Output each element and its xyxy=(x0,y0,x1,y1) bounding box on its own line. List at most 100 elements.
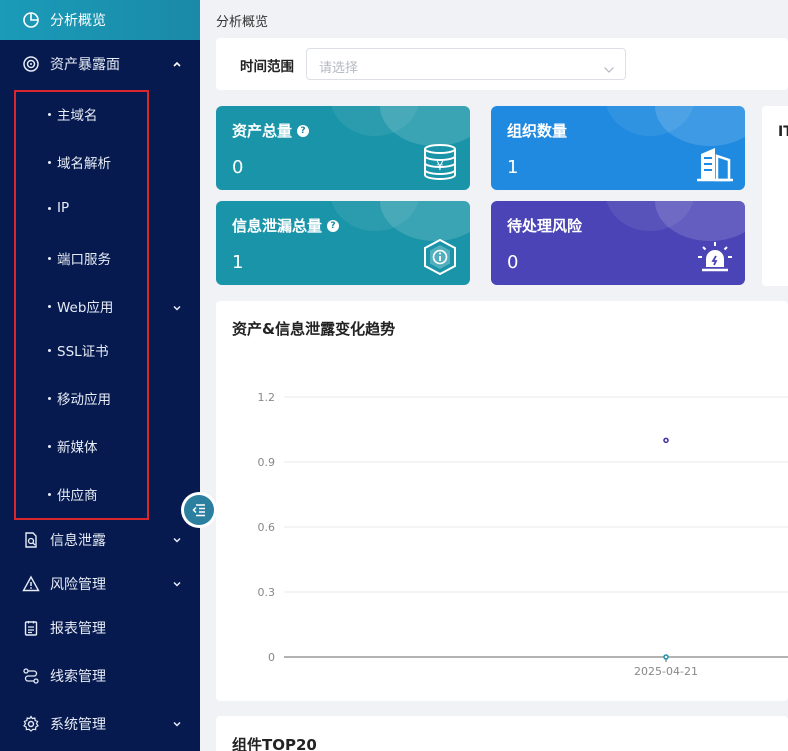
building-icon xyxy=(695,142,735,182)
decor-bubble xyxy=(655,201,745,241)
sidebar-item-label: 信息泄露 xyxy=(50,533,106,549)
card-value: 0 xyxy=(507,252,519,273)
menu-fold-icon xyxy=(184,495,214,525)
y-tick-label: 0.3 xyxy=(258,586,276,599)
collapse-sidebar-button[interactable] xyxy=(181,492,217,528)
document-search-icon xyxy=(22,531,40,549)
sidebar-item-system[interactable]: 系统管理 xyxy=(0,700,200,748)
subitem-label: SSL证书 xyxy=(57,344,109,360)
time-range-label: 时间范围 xyxy=(240,59,294,75)
sidebar-subitem-web-app[interactable]: Web应用 xyxy=(48,296,113,316)
panel-title: 组件TOP20 xyxy=(232,736,317,751)
route-icon xyxy=(22,667,40,685)
chevron-down-icon[interactable] xyxy=(172,579,182,589)
subitem-label: 端口服务 xyxy=(57,252,111,268)
card-title: IT xyxy=(778,124,788,140)
bullet-icon xyxy=(48,206,51,210)
sidebar-item-report[interactable]: 报表管理 xyxy=(0,604,200,652)
sidebar-subitem-port-service[interactable]: 端口服务 xyxy=(48,248,111,268)
y-tick-label: 0.9 xyxy=(258,456,276,469)
card-value: 1 xyxy=(232,252,244,273)
subitem-label: 新媒体 xyxy=(57,440,98,456)
pie-chart-icon xyxy=(22,11,40,29)
gear-icon xyxy=(22,715,40,733)
sidebar-item-clues[interactable]: 线索管理 xyxy=(0,652,200,700)
chevron-down-icon[interactable] xyxy=(172,719,182,729)
target-icon xyxy=(22,55,40,73)
select-placeholder: 请选择 xyxy=(319,61,359,76)
card-title: 信息泄漏总量 xyxy=(232,217,323,235)
sidebar-item-overview[interactable]: 分析概览 xyxy=(0,0,200,40)
y-tick-label: 0.6 xyxy=(258,521,276,534)
sidebar-item-risk[interactable]: 风险管理 xyxy=(0,560,200,608)
bullet-icon xyxy=(48,444,51,448)
decor-bubble xyxy=(380,106,470,146)
subitem-label: Web应用 xyxy=(57,300,114,316)
trend-chart: 0 0.3 0.6 0.9 1.2 2025-04-21 xyxy=(258,391,788,678)
sidebar-subitem-dns[interactable]: 域名解析 xyxy=(48,152,111,172)
bullet-icon xyxy=(48,304,51,308)
y-tick-label: 1.2 xyxy=(258,391,276,404)
decor-bubble xyxy=(655,106,745,146)
bullet-icon xyxy=(48,396,51,400)
bullet-icon xyxy=(48,492,51,496)
subitem-label: 域名解析 xyxy=(57,156,111,172)
chevron-down-icon[interactable] xyxy=(172,298,182,311)
help-icon[interactable]: ? xyxy=(327,219,340,232)
sidebar-subitem-main-domain[interactable]: 主域名 xyxy=(48,104,98,124)
chevron-down-icon xyxy=(603,60,615,73)
x-tick-label: 2025-04-21 xyxy=(634,665,698,678)
sidebar-subitem-new-media[interactable]: 新媒体 xyxy=(48,436,98,456)
y-tick-label: 0 xyxy=(268,651,275,664)
series-0-point[interactable] xyxy=(663,437,669,444)
shield-info-icon xyxy=(420,237,460,277)
time-range-select[interactable]: 请选择 xyxy=(306,48,626,80)
sidebar-item-label: 报表管理 xyxy=(50,621,106,637)
card-value: 1 xyxy=(507,157,519,178)
subitem-label: 移动应用 xyxy=(57,392,111,408)
bullet-icon xyxy=(48,348,51,352)
bullet-icon xyxy=(48,112,51,116)
filter-bar: 时间范围 请选择 xyxy=(216,38,788,90)
coins-icon: ¥ xyxy=(420,142,460,182)
help-icon[interactable]: ? xyxy=(297,124,310,137)
sidebar-subitem-ip[interactable]: IP xyxy=(48,200,69,216)
bullet-icon xyxy=(48,256,51,260)
bullet-icon xyxy=(48,160,51,164)
subitem-label: IP xyxy=(57,200,70,216)
subitem-label: 供应商 xyxy=(57,488,98,504)
warning-icon xyxy=(22,575,40,593)
subitem-label: 主域名 xyxy=(57,108,98,124)
sidebar-item-label: 线索管理 xyxy=(50,669,106,685)
trend-chart-panel: 资产&信息泄露变化趋势 0 0.3 0.6 0.9 1.2 2025-04-21 xyxy=(216,301,788,701)
series-1-point[interactable] xyxy=(663,654,669,660)
chevron-up-icon[interactable] xyxy=(172,59,182,69)
sidebar-item-label: 分析概览 xyxy=(50,13,106,29)
sidebar-item-label: 资产暴露面 xyxy=(50,57,120,73)
decor-bubble xyxy=(380,201,470,241)
card-value: 0 xyxy=(232,157,244,178)
main-content: 分析概览 时间范围 请选择 资产总量? 0 ¥ 组织数量 1 信息泄漏总量? 1 xyxy=(200,0,788,751)
sidebar-item-exposure[interactable]: 资产暴露面 xyxy=(0,40,200,88)
sidebar: 分析概览 资产暴露面 主域名 域名解析 IP 端口服务 Web应用 SSL证书 … xyxy=(0,0,200,751)
chevron-down-icon[interactable] xyxy=(172,535,182,545)
sidebar-subitem-supplier[interactable]: 供应商 xyxy=(48,484,98,504)
alarm-icon xyxy=(695,237,735,277)
sidebar-subitem-ssl[interactable]: SSL证书 xyxy=(48,340,109,360)
sidebar-subitem-mobile-app[interactable]: 移动应用 xyxy=(48,388,111,408)
pending-risk-card[interactable]: 待处理风险 0 xyxy=(491,201,745,285)
report-icon xyxy=(22,619,40,637)
asset-total-card[interactable]: 资产总量? 0 ¥ xyxy=(216,106,470,190)
card-title: 待处理风险 xyxy=(507,217,583,235)
sidebar-item-label: 系统管理 xyxy=(50,717,106,733)
info-leak-total-card[interactable]: 信息泄漏总量? 1 xyxy=(216,201,470,285)
top20-panel: 组件TOP20 xyxy=(216,716,788,751)
org-count-card[interactable]: 组织数量 1 xyxy=(491,106,745,190)
card-title: 组织数量 xyxy=(507,122,568,140)
sidebar-item-label: 风险管理 xyxy=(50,577,106,593)
card-title: 资产总量 xyxy=(232,122,293,140)
sidebar-item-info-leak[interactable]: 信息泄露 xyxy=(0,516,200,564)
breadcrumb: 分析概览 xyxy=(216,15,269,30)
svg-text:¥: ¥ xyxy=(436,159,444,173)
it-card: IT xyxy=(762,106,788,286)
